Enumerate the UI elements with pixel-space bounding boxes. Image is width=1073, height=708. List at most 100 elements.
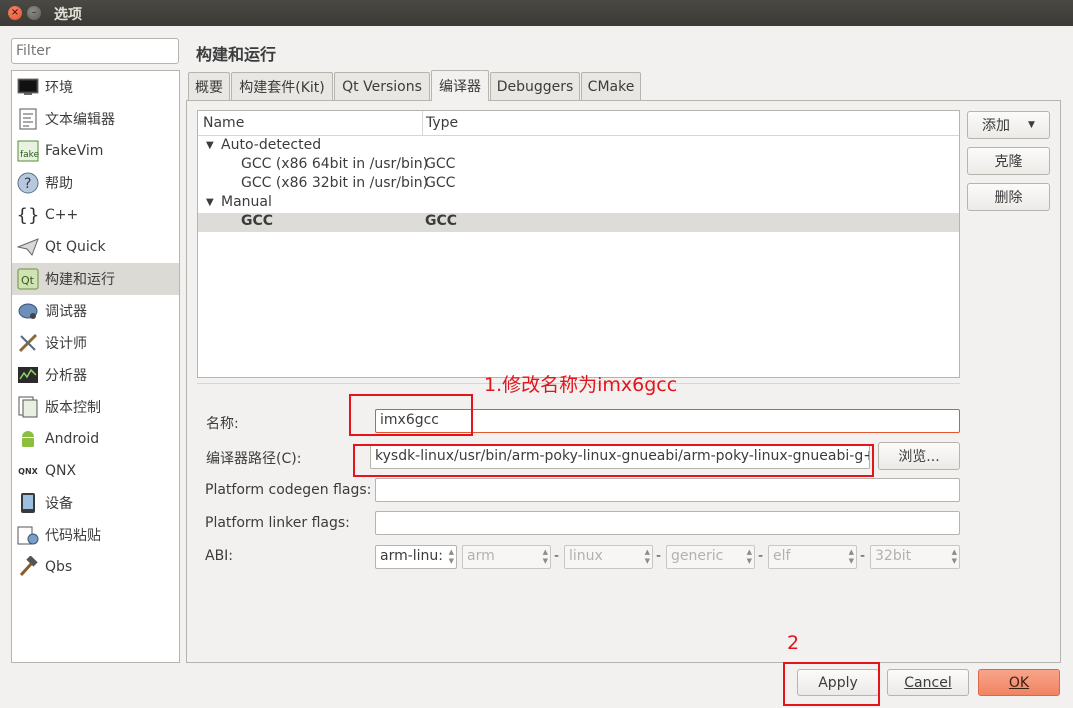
codegen-flags-field[interactable] — [375, 478, 960, 502]
table-row-selected[interactable]: GCC GCC — [198, 213, 959, 232]
table-row[interactable]: GCC (x86 32bit in /usr/bin) GCC — [198, 175, 959, 194]
designer-icon — [16, 331, 40, 355]
sidebar-item-label: 设计师 — [45, 336, 87, 352]
sidebar-item-label: Qbs — [45, 559, 73, 575]
abi-separator: - — [860, 548, 866, 564]
linker-flags-label: Platform linker flags: — [205, 515, 350, 531]
abi-separator: - — [656, 548, 662, 564]
chevron-down-icon: ▼ — [1028, 120, 1035, 130]
spin-arrows-icon: ▲ ▼ — [542, 548, 548, 565]
help-icon: ? — [16, 171, 40, 195]
sidebar-item-environment[interactable]: 环境 — [12, 71, 179, 103]
sidebar-item-cpp[interactable]: {} C++ — [12, 199, 179, 231]
remove-button[interactable]: 删除 — [967, 183, 1050, 211]
spin-arrows-icon: ▲ ▼ — [644, 548, 650, 565]
add-button[interactable]: 添加 ▼ — [967, 111, 1050, 139]
expand-arrow-icon[interactable]: ▼ — [206, 197, 214, 208]
compiler-tree[interactable]: Name Type ▼ Auto-detected GCC (x86 64bit… — [197, 110, 960, 378]
sidebar-item-label: C++ — [45, 207, 79, 223]
abi-label: ABI: — [205, 548, 234, 564]
sidebar-item-label: Android — [45, 431, 100, 447]
cancel-button[interactable]: Cancel — [887, 669, 969, 696]
tab-kits[interactable]: 构建套件(Kit) — [231, 72, 333, 100]
tab-qt-versions[interactable]: Qt Versions — [334, 72, 430, 100]
sidebar-item-qnx[interactable]: QNX QNX — [12, 455, 179, 487]
tab-overview[interactable]: 概要 — [188, 72, 230, 100]
close-window-button[interactable]: × — [8, 6, 22, 20]
spin-arrows-icon: ▲ ▼ — [746, 548, 752, 565]
column-header-name[interactable]: Name — [203, 115, 244, 131]
tree-header: Name Type — [198, 111, 959, 136]
sidebar-item-code-paste[interactable]: 代码粘贴 — [12, 519, 179, 551]
android-icon — [16, 427, 40, 451]
minimize-window-button[interactable]: – — [27, 6, 41, 20]
fakevim-icon: fake — [16, 139, 40, 163]
tree-group-auto-detected[interactable]: ▼ Auto-detected — [198, 137, 959, 156]
annotation-box-name — [349, 394, 473, 436]
tab-cmake[interactable]: CMake — [581, 72, 641, 100]
sidebar-item-label: QNX — [45, 463, 77, 479]
filter-input[interactable] — [11, 38, 179, 64]
paper-plane-icon — [16, 235, 40, 259]
window-title: 选项 — [54, 7, 82, 23]
tree-group-manual[interactable]: ▼ Manual — [198, 194, 959, 213]
sidebar-item-build-run[interactable]: Qt 构建和运行 — [12, 263, 179, 295]
abi-format-select[interactable]: elf ▲ ▼ — [768, 545, 857, 569]
tab-compilers[interactable]: 编译器 — [431, 70, 489, 101]
abi-width-select[interactable]: 32bit ▲ ▼ — [870, 545, 960, 569]
sidebar-item-debugger[interactable]: 调试器 — [12, 295, 179, 327]
braces-icon: {} — [16, 204, 40, 226]
sidebar-item-version-control[interactable]: 版本控制 — [12, 391, 179, 423]
compiler-path-label: 编译器路径(C): — [206, 451, 302, 467]
svg-text:?: ? — [24, 176, 31, 192]
sidebar-item-text-editor[interactable]: 文本编辑器 — [12, 103, 179, 135]
build-run-icon: Qt — [16, 267, 40, 291]
hammer-icon — [16, 555, 40, 579]
code-paste-icon — [16, 523, 40, 547]
abi-flavor-select[interactable]: generic ▲ ▼ — [666, 545, 755, 569]
sidebar-item-designer[interactable]: 设计师 — [12, 327, 179, 359]
annotation-box-apply — [783, 662, 880, 706]
sidebar-item-label: 帮助 — [45, 176, 73, 192]
sidebar-item-label: 文本编辑器 — [45, 112, 115, 128]
column-header-type[interactable]: Type — [426, 115, 458, 131]
version-control-icon — [16, 395, 40, 419]
codegen-flags-label: Platform codegen flags: — [205, 482, 372, 498]
spin-arrows-icon: ▲ ▼ — [448, 548, 454, 565]
browse-button[interactable]: 浏览... — [878, 442, 960, 470]
linker-flags-field[interactable] — [375, 511, 960, 535]
sidebar-item-qbs[interactable]: Qbs — [12, 551, 179, 583]
abi-separator: - — [554, 548, 560, 564]
ok-button[interactable]: OK — [978, 669, 1060, 696]
device-icon — [16, 491, 40, 515]
annotation-step-1: 1.修改名称为imx6gcc — [484, 374, 678, 396]
spin-arrows-icon: ▲ ▼ — [848, 548, 854, 565]
tab-debuggers[interactable]: Debuggers — [490, 72, 580, 100]
sidebar-item-help[interactable]: ? 帮助 — [12, 167, 179, 199]
debugger-icon — [16, 299, 40, 323]
sidebar-item-label: 分析器 — [45, 368, 87, 384]
sidebar-item-qt-quick[interactable]: Qt Quick — [12, 231, 179, 263]
abi-separator: - — [758, 548, 764, 564]
sidebar-item-label: 调试器 — [45, 304, 87, 320]
svg-text:fake: fake — [20, 150, 39, 160]
name-label: 名称: — [206, 416, 239, 432]
sidebar-item-device[interactable]: 设备 — [12, 487, 179, 519]
annotation-step-2: 2 — [787, 632, 800, 654]
sidebar-item-label: 版本控制 — [45, 400, 101, 416]
sidebar-item-fakevim[interactable]: fake FakeVim — [12, 135, 179, 167]
abi-architecture-select[interactable]: arm ▲ ▼ — [462, 545, 551, 569]
sidebar-item-android[interactable]: Android — [12, 423, 179, 455]
abi-select[interactable]: arm-linu: ▲ ▼ — [375, 545, 457, 569]
text-editor-icon — [16, 107, 40, 131]
spin-arrows-icon: ▲ ▼ — [951, 548, 957, 565]
category-list: 环境 文本编辑器 fake FakeVim ? 帮助 {} C++ Qt Qui… — [11, 70, 180, 663]
sidebar-item-analyzer[interactable]: 分析器 — [12, 359, 179, 391]
sidebar-item-label: 代码粘贴 — [45, 528, 101, 544]
abi-os-select[interactable]: linux ▲ ▼ — [564, 545, 653, 569]
table-row[interactable]: GCC (x86 64bit in /usr/bin) GCC — [198, 156, 959, 175]
clone-button[interactable]: 克隆 — [967, 147, 1050, 175]
sidebar-item-label: 构建和运行 — [45, 272, 115, 288]
page-title: 构建和运行 — [196, 45, 277, 64]
expand-arrow-icon[interactable]: ▼ — [206, 140, 214, 151]
